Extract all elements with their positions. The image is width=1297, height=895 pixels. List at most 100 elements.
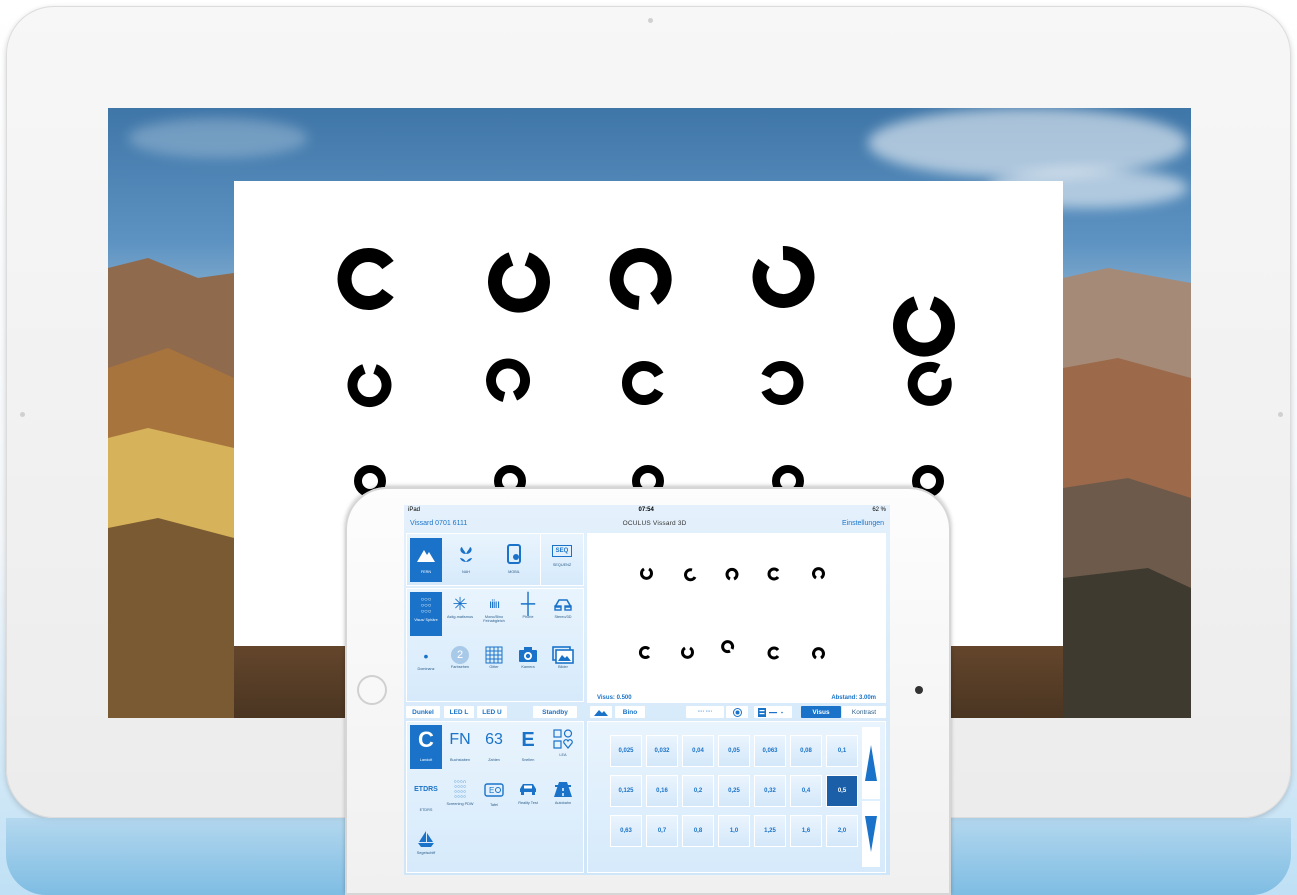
carrier-label: iPad [408,507,421,513]
optotype-lea[interactable]: LEA [546,725,580,769]
visus-cell[interactable]: 0,05 [718,735,750,767]
landolt-ring [488,252,550,313]
visus-cell[interactable]: 0,032 [646,735,678,767]
svg-text:E: E [489,786,494,795]
optotype-screening[interactable]: ○○○∩ ○○○○ ○○○○ ○○○○ Screening PDW [444,775,476,819]
landolt-ring [347,364,392,408]
bino-button[interactable]: Bino [615,706,645,718]
visus-cell[interactable]: 0,08 [790,735,822,767]
optotype-landolt[interactable]: C Landolt [410,725,442,769]
test-label: Farbsehen [450,665,470,669]
preview-ring [767,646,780,660]
tab-visus[interactable]: Visus [801,706,841,718]
test-mono-bino[interactable]: ıiiıı Mono/Bino Feinabgleich [478,592,510,636]
background-image-button[interactable] [590,706,612,718]
optotype-segelschiff[interactable]: Segelschiff [410,825,442,869]
test-label: Astig-matismus [447,615,473,619]
visus-cell[interactable]: 0,4 [790,775,822,807]
screening-icon: ○○○∩ ○○○○ ○○○○ ○○○○ [453,779,467,800]
letters-icon: FN [449,731,471,748]
test-astig[interactable]: ✳ Astig-matismus [444,592,476,636]
mode-sequenz[interactable]: SEQ SEQUENZ [544,538,580,582]
seq-icon: SEQ [551,545,573,557]
visus-cell[interactable]: 1,6 [790,815,822,847]
visus-cell[interactable]: 1,0 [718,815,750,847]
visus-cell[interactable]: 0,04 [682,735,714,767]
light-led-l-button[interactable]: LED L [444,706,474,718]
test-label: Bilder [558,665,568,669]
vissard-app: iPad 07:54 62 % Vissard 0701 6111 OCULUS… [404,505,890,875]
visus-cell[interactable]: 0,2 [682,775,714,807]
optotype-autobahn[interactable]: Autobahn [546,775,580,819]
mode-nah[interactable]: NAH [450,538,482,582]
settings-link[interactable]: Einstellungen [842,520,884,527]
visus-cell[interactable]: 0,32 [754,775,786,807]
visus-up-button[interactable] [862,727,880,799]
bars-icon: ıiiıı [488,597,500,611]
optotype-zahlen[interactable]: 63 Zahlen [478,725,510,769]
preview-rings [639,567,825,660]
visus-cell[interactable]: 0,025 [610,735,642,767]
optotype-label: Tafel [489,803,499,807]
landolt-ring [486,358,531,402]
etdrs-icon: ETDRS [414,786,438,793]
snellen-e-icon: E [521,729,535,751]
visus-cell[interactable]: 0,1 [826,735,858,767]
tab-kontrast[interactable]: Kontrast [842,706,886,718]
preview-ring [681,646,694,659]
optotype-etdrs[interactable]: ETDRS ETDRS [410,775,442,819]
visus-cell[interactable]: 0,25 [718,775,750,807]
optotype-label: Segelschiff [416,851,436,855]
monitor-sensor-left [20,412,25,417]
landolt-ring [752,245,815,308]
optotype-label: Landolt [419,758,433,762]
visus-down-button[interactable] [862,801,880,867]
standby-button[interactable]: Standby [533,706,577,718]
mode-fern[interactable]: FERN [410,538,442,582]
flower-icon [460,547,472,562]
test-farbsehen[interactable]: 2 Farbsehen [444,644,476,688]
lea-symbols-icon [553,729,573,749]
visus-cell[interactable]: 0,7 [646,815,678,847]
line-mode-button[interactable]: ···· ···· [686,706,724,718]
lines-icon: ···· ···· [697,709,713,715]
landolt-ring [907,361,952,406]
optotype-tafel[interactable]: E Tafel [478,775,510,819]
optotype-reality[interactable]: Reality Test [512,775,544,819]
optotype-snellen[interactable]: E Snellen [512,725,544,769]
visus-cell[interactable]: 0,63 [610,815,642,847]
light-led-u-button[interactable]: LED U [477,706,507,718]
optotype-buchstaben[interactable]: FN Buchstaben [444,725,476,769]
visus-cell[interactable]: 0,8 [682,815,714,847]
test-label: Phorie [522,615,534,619]
mode-label: NAH [461,570,471,574]
test-kamera[interactable]: Kamera [512,644,544,688]
test-gitter[interactable]: Gitter [478,644,510,688]
test-phorie[interactable]: ┼ Phorie [512,592,544,636]
light-dunkel-button[interactable]: Dunkel [406,706,440,718]
visus-cell[interactable]: 1,25 [754,815,786,847]
test-dominanz[interactable]: • Dominanz [410,644,442,688]
visus-cell[interactable]: 0,125 [610,775,642,807]
landolt-ring [893,296,955,357]
device-name[interactable]: Vissard 0701 6111 [410,520,467,527]
test-label: Visus/ Sphäre [414,618,438,622]
visus-cell[interactable]: 0,16 [646,775,678,807]
test-bilder[interactable]: Bilder [546,644,580,688]
visus-cell[interactable]: 0,5 [826,775,858,807]
test-stereo[interactable]: Stereo/3D [546,592,580,636]
dot-icon: • [423,648,429,664]
test-visus[interactable]: ○○○ ○○○ ○○○ Visus/ Sphäre [410,592,442,636]
mode-mobil[interactable]: MOBIL [498,538,530,582]
landolt-ring [609,248,672,310]
glasses-icon [554,599,572,611]
home-button[interactable] [357,675,387,705]
landolt-grid-icon: ○○○ ○○○ ○○○ [420,597,432,615]
crowding-mode-button[interactable] [754,706,792,718]
car-icon [520,784,536,795]
cross-icon: ┼ [520,593,536,615]
visus-cell[interactable]: 0,063 [754,735,786,767]
single-mode-button[interactable] [726,706,748,718]
visus-cell[interactable]: 2,0 [826,815,858,847]
numbers-icon: 63 [485,731,503,748]
